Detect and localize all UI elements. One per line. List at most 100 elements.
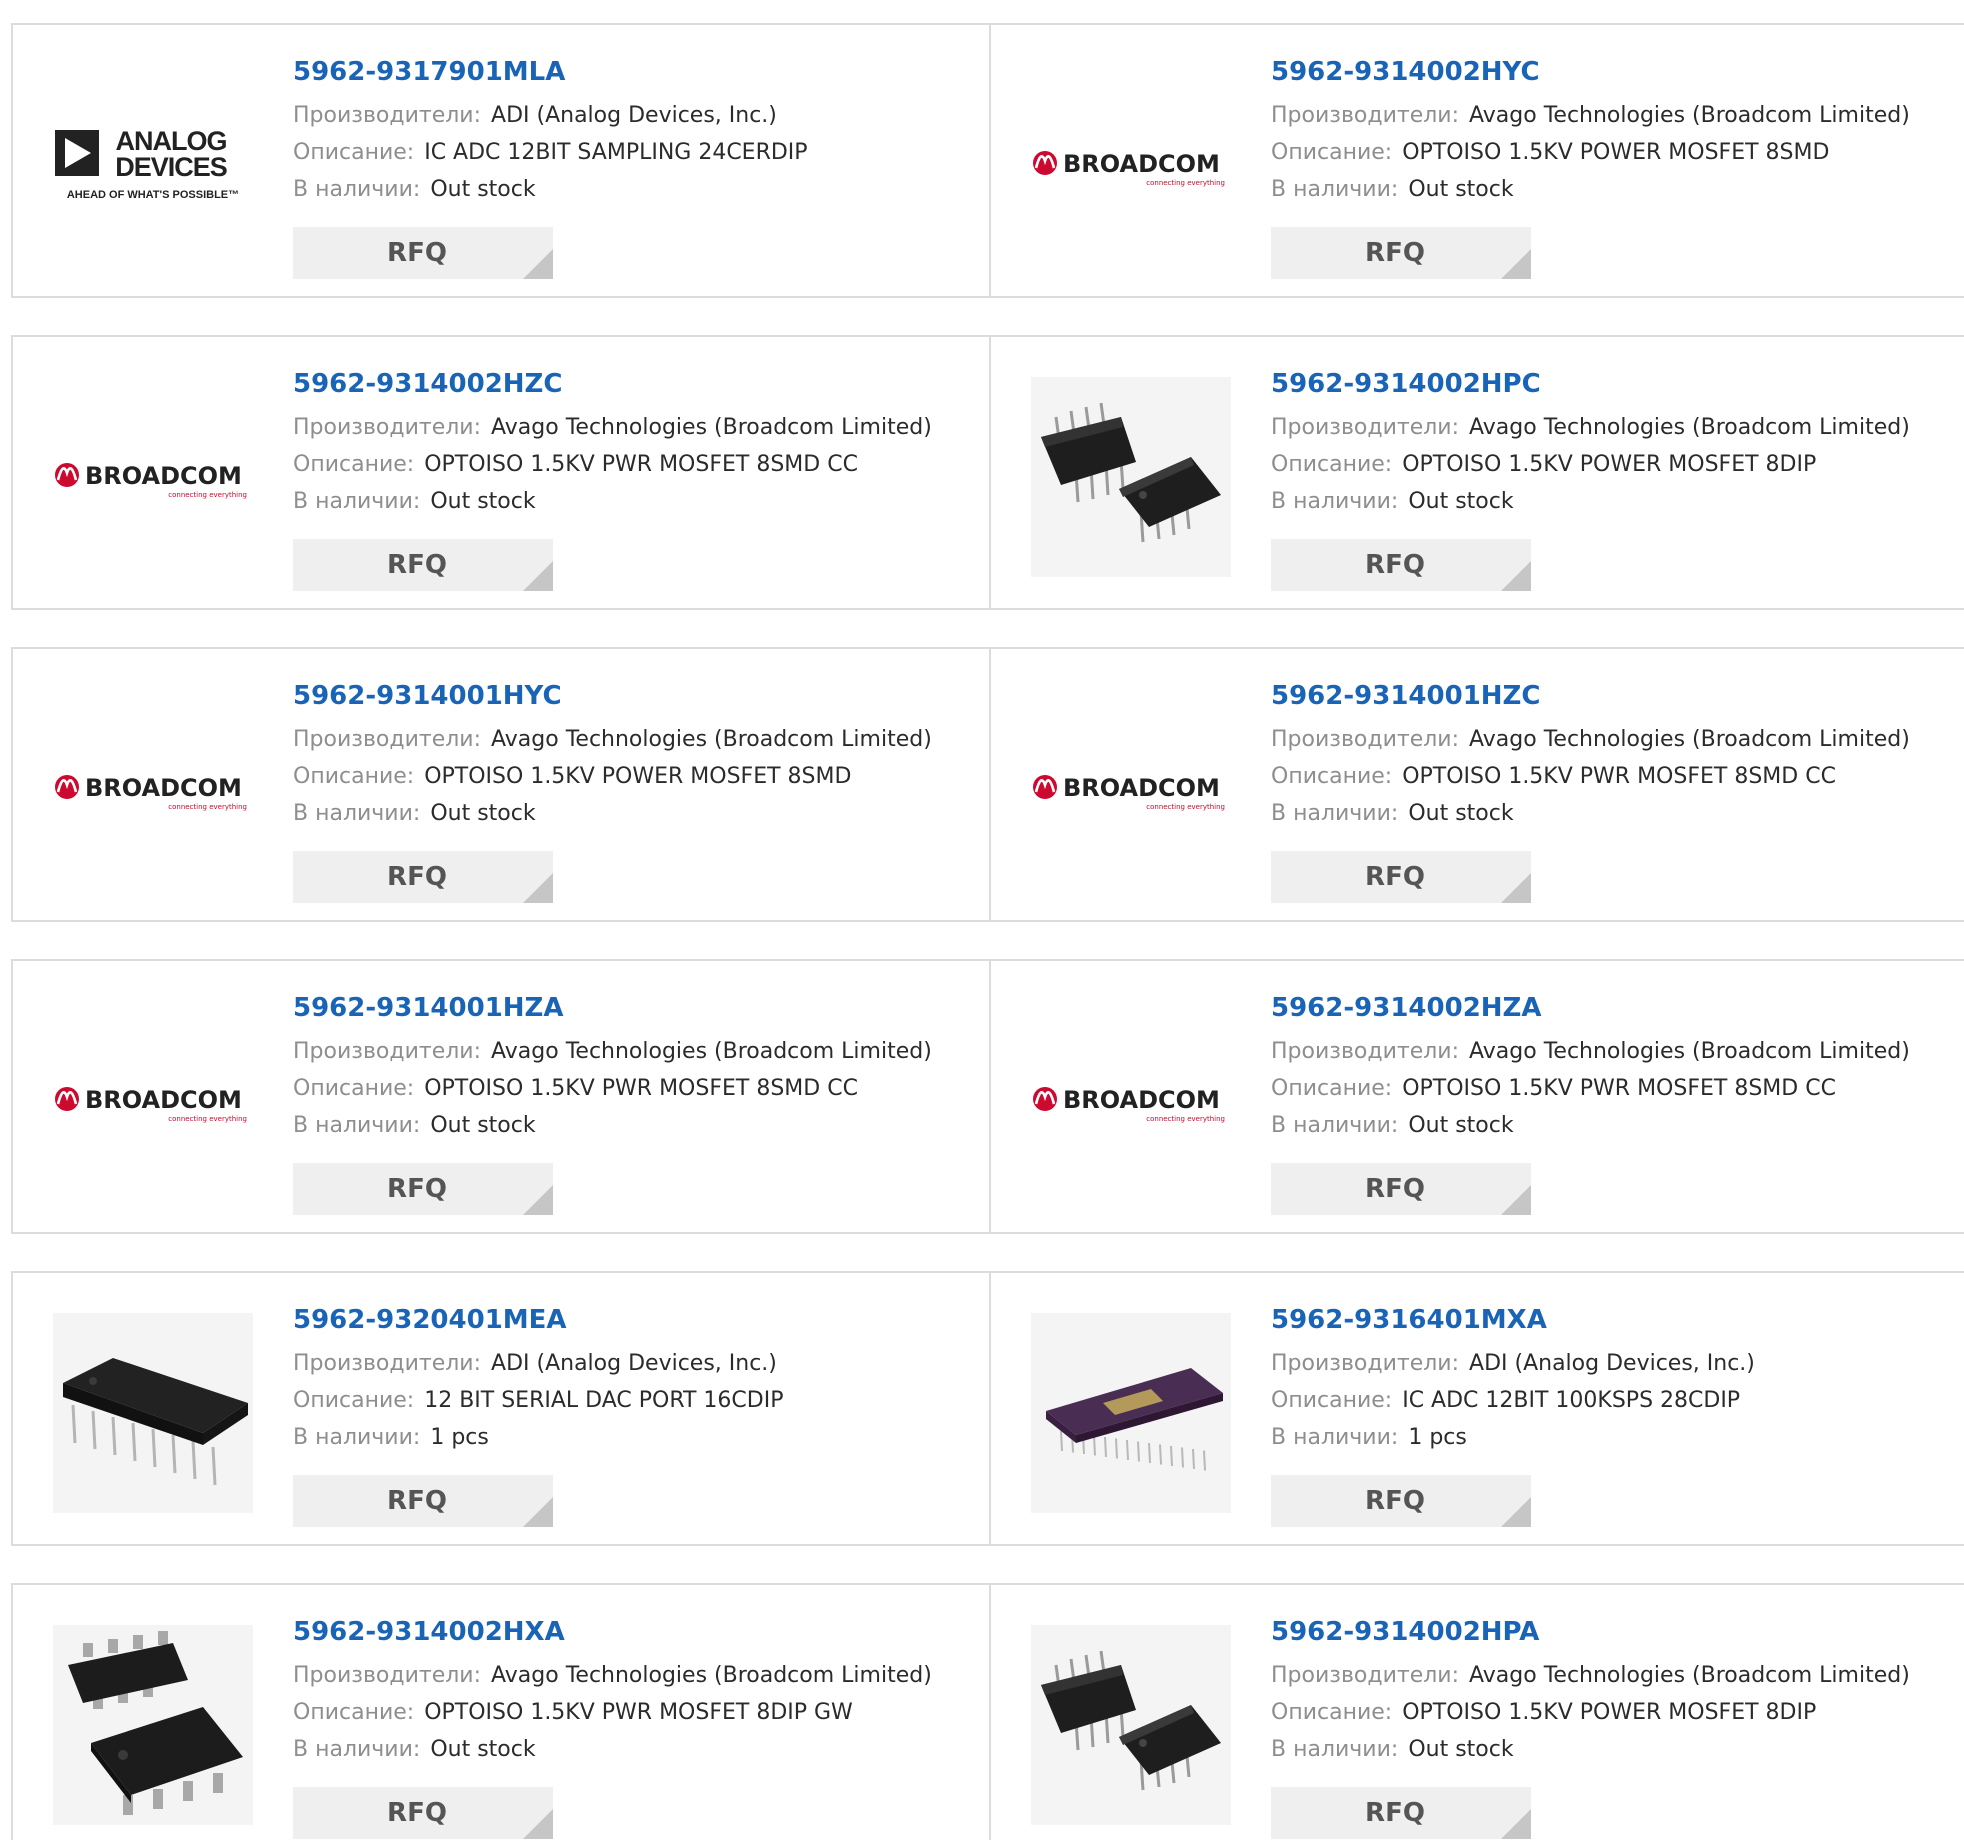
dip8-pair-photo xyxy=(1031,377,1231,577)
part-number-link[interactable]: 5962-9314002HZC xyxy=(293,365,979,403)
broadcom-logo-tagline: connecting everything xyxy=(168,803,247,811)
rfq-button[interactable]: RFQ xyxy=(1271,227,1531,279)
product-image[interactable] xyxy=(1031,1625,1231,1825)
rfq-button[interactable]: RFQ xyxy=(293,1475,553,1527)
manufacturer-label: Производители: xyxy=(1271,1351,1460,1376)
manufacturer-row: Производители: ADI (Analog Devices, Inc.) xyxy=(293,1345,979,1382)
description-value: OPTOISO 1.5KV PWR MOSFET 8SMD CC xyxy=(1402,1076,1836,1101)
dip16-photo xyxy=(53,1313,253,1513)
description-label: Описание: xyxy=(1271,1388,1393,1413)
rfq-button[interactable]: RFQ xyxy=(1271,1163,1531,1215)
stock-label: В наличии: xyxy=(1271,489,1399,514)
product-image[interactable]: ANALOG DEVICES AHEAD OF WHAT'S POSSIBLE™ xyxy=(53,65,253,265)
broadcom-logo-name: BROADCOM xyxy=(1063,150,1220,178)
rfq-button[interactable]: RFQ xyxy=(293,851,553,903)
part-number-link[interactable]: 5962-9314001HZC xyxy=(1271,677,1957,715)
description-value: OPTOISO 1.5KV PWR MOSFET 8DIP GW xyxy=(424,1700,853,1725)
manufacturer-row: Производители: Avago Technologies (Broadc… xyxy=(1271,1033,1957,1070)
part-number-link[interactable]: 5962-9314002HPA xyxy=(1271,1613,1957,1651)
product-image[interactable] xyxy=(53,1313,253,1513)
manufacturer-value: Avago Technologies (Broadcom Limited) xyxy=(1469,727,1910,752)
manufacturer-value: ADI (Analog Devices, Inc.) xyxy=(491,1351,777,1376)
product-image[interactable] xyxy=(53,1625,253,1825)
part-number-link[interactable]: 5962-9314001HYC xyxy=(293,677,979,715)
stock-label: В наличии: xyxy=(1271,177,1399,202)
broadcom-logo-tagline: connecting everything xyxy=(168,491,247,499)
part-number-link[interactable]: 5962-9314002HPC xyxy=(1271,365,1957,403)
part-number-link[interactable]: 5962-9314002HYC xyxy=(1271,53,1957,91)
broadcom-logo-tagline: connecting everything xyxy=(1146,179,1225,187)
rfq-button[interactable]: RFQ xyxy=(293,539,553,591)
broadcom-logo-name: BROADCOM xyxy=(1063,1086,1220,1114)
rfq-button-label: RFQ xyxy=(387,1486,447,1516)
rfq-button[interactable]: RFQ xyxy=(293,1787,553,1839)
rfq-button-label: RFQ xyxy=(387,862,447,892)
stock-row: В наличии: Out stock xyxy=(1271,1731,1957,1768)
product-image[interactable]: BROADCOM connecting everything xyxy=(53,377,253,577)
part-number-link[interactable]: 5962-9314001HZA xyxy=(293,989,979,1027)
rfq-button-label: RFQ xyxy=(1365,238,1425,268)
manufacturer-row: Производители: Avago Technologies (Broadc… xyxy=(1271,1657,1957,1694)
stock-label: В наличии: xyxy=(293,801,421,826)
manufacturer-label: Производители: xyxy=(293,1039,482,1064)
rfq-button-label: RFQ xyxy=(1365,1486,1425,1516)
description-label: Описание: xyxy=(293,452,415,477)
stock-value: Out stock xyxy=(1408,801,1514,826)
product-image[interactable]: BROADCOM connecting everything xyxy=(1031,65,1231,265)
rfq-corner-icon xyxy=(523,1809,553,1839)
product-info: 5962-9314002HYC Производители: Avago Tech… xyxy=(1271,53,1957,208)
product-info: 5962-9314002HPA Производители: Avago Tech… xyxy=(1271,1613,1957,1768)
description-row: Описание: OPTOISO 1.5KV POWER MOSFET 8SMD xyxy=(1271,134,1957,171)
product-card: BROADCOM connecting everything 5962-9314… xyxy=(11,959,991,1234)
rfq-button-label: RFQ xyxy=(1365,550,1425,580)
manufacturer-value: Avago Technologies (Broadcom Limited) xyxy=(1469,103,1910,128)
part-number-link[interactable]: 5962-9314002HZA xyxy=(1271,989,1957,1027)
stock-row: В наличии: Out stock xyxy=(293,1731,979,1768)
product-info: 5962-9314002HXA Производители: Avago Tech… xyxy=(293,1613,979,1768)
rfq-corner-icon xyxy=(523,1185,553,1215)
manufacturer-value: Avago Technologies (Broadcom Limited) xyxy=(491,1039,932,1064)
broadcom-logo-name: BROADCOM xyxy=(85,462,242,490)
rfq-button[interactable]: RFQ xyxy=(293,227,553,279)
product-image[interactable]: BROADCOM connecting everything xyxy=(53,1001,253,1201)
description-label: Описание: xyxy=(293,1700,415,1725)
part-number-link[interactable]: 5962-9314002HXA xyxy=(293,1613,979,1651)
rfq-corner-icon xyxy=(1501,1809,1531,1839)
description-row: Описание: IC ADC 12BIT 100KSPS 28CDIP xyxy=(1271,1382,1957,1419)
stock-value: 1 pcs xyxy=(430,1425,489,1450)
broadcom-logo: BROADCOM connecting everything xyxy=(1033,774,1225,811)
part-number-link[interactable]: 5962-9316401MXA xyxy=(1271,1301,1957,1339)
broadcom-logo: BROADCOM connecting everything xyxy=(55,774,247,811)
dip8-pair-photo xyxy=(1031,1625,1231,1825)
manufacturer-label: Производители: xyxy=(1271,1663,1460,1688)
product-image[interactable]: BROADCOM connecting everything xyxy=(1031,689,1231,889)
rfq-corner-icon xyxy=(523,561,553,591)
part-number-link[interactable]: 5962-9320401MEA xyxy=(293,1301,979,1339)
description-label: Описание: xyxy=(1271,140,1393,165)
rfq-button[interactable]: RFQ xyxy=(1271,539,1531,591)
manufacturer-label: Производители: xyxy=(1271,727,1460,752)
manufacturer-value: Avago Technologies (Broadcom Limited) xyxy=(491,1663,932,1688)
product-image[interactable] xyxy=(1031,377,1231,577)
description-row: Описание: OPTOISO 1.5KV PWR MOSFET 8SMD C… xyxy=(293,1070,979,1107)
description-value: OPTOISO 1.5KV PWR MOSFET 8SMD CC xyxy=(424,452,858,477)
manufacturer-value: Avago Technologies (Broadcom Limited) xyxy=(491,415,932,440)
rfq-button[interactable]: RFQ xyxy=(1271,1475,1531,1527)
manufacturer-label: Производители: xyxy=(293,727,482,752)
part-number-link[interactable]: 5962-9317901MLA xyxy=(293,53,979,91)
broadcom-logo: BROADCOM connecting everything xyxy=(1033,150,1225,187)
rfq-button[interactable]: RFQ xyxy=(293,1163,553,1215)
rfq-button[interactable]: RFQ xyxy=(1271,1787,1531,1839)
rfq-corner-icon xyxy=(523,249,553,279)
description-value: 12 BIT SERIAL DAC PORT 16CDIP xyxy=(424,1388,784,1413)
description-label: Описание: xyxy=(1271,452,1393,477)
product-image[interactable]: BROADCOM connecting everything xyxy=(1031,1001,1231,1201)
rfq-button-label: RFQ xyxy=(387,550,447,580)
product-image[interactable] xyxy=(1031,1313,1231,1513)
product-card: BROADCOM connecting everything 5962-9314… xyxy=(989,959,1964,1234)
manufacturer-row: Производители: Avago Technologies (Broadc… xyxy=(293,721,979,758)
product-image[interactable]: BROADCOM connecting everything xyxy=(53,689,253,889)
description-row: Описание: OPTOISO 1.5KV POWER MOSFET 8DIP xyxy=(1271,1694,1957,1731)
rfq-button[interactable]: RFQ xyxy=(1271,851,1531,903)
rfq-button-label: RFQ xyxy=(387,1798,447,1828)
